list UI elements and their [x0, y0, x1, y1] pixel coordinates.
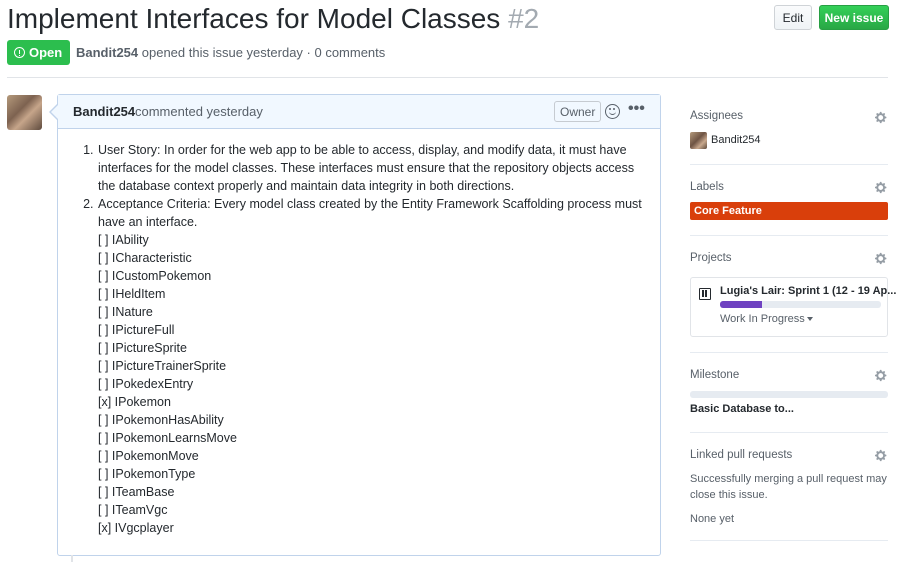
sidebar-divider: [690, 352, 888, 353]
sidebar-divider: [690, 540, 888, 541]
assignees-heading[interactable]: Assignees: [690, 110, 743, 122]
checklist-item: [ ] IHeldItem: [98, 287, 166, 301]
timeline-line: [71, 555, 73, 562]
sidebar-divider: [690, 432, 888, 433]
issue-meta: Bandit254 opened this issue yesterday · …: [76, 45, 385, 60]
issue-meta-text: opened this issue yesterday · 0 comments: [141, 45, 386, 60]
milestone-heading[interactable]: Milestone: [690, 369, 739, 381]
checklist-item: [ ] ICharacteristic: [98, 251, 192, 265]
checklist-item: [ ] IPokemonType: [98, 467, 196, 481]
linked-prs-description: Successfully merging a pull request may …: [690, 473, 887, 501]
checklist-item: [ ] IPokedexEntry: [98, 377, 194, 391]
issue-opened-icon: [14, 47, 25, 58]
linked-prs-value: None yet: [690, 513, 735, 525]
issue-comment: Bandit254 commented yesterday Owner ••• …: [57, 94, 661, 556]
gear-icon[interactable]: [875, 181, 888, 194]
checklist-item: [ ] IPictureFull: [98, 323, 175, 337]
list-item: User Story: In order for the web app to …: [97, 141, 650, 195]
gear-icon[interactable]: [875, 252, 888, 265]
author-avatar[interactable]: [7, 95, 42, 130]
project-column-label: Work In Progress: [720, 313, 805, 325]
project-card: Lugia's Lair: Sprint 1 (12 - 19 Ap... Wo…: [690, 277, 896, 337]
issue-number: #2: [508, 3, 540, 34]
checklist-item: [ ] INature: [98, 305, 153, 319]
sidebar-divider: [690, 235, 888, 236]
acceptance-criteria-text: Acceptance Criteria: Every model class c…: [98, 197, 642, 229]
header-divider: [7, 77, 888, 78]
linked-prs-heading[interactable]: Linked pull requests: [690, 449, 792, 461]
assignee-name[interactable]: Bandit254: [711, 134, 761, 146]
gear-icon[interactable]: [875, 111, 888, 124]
issue-author-link[interactable]: Bandit254: [76, 45, 138, 60]
comment-list: User Story: In order for the web app to …: [80, 141, 650, 537]
smiley-icon[interactable]: [605, 104, 620, 119]
label-core-feature[interactable]: Core Feature: [690, 202, 888, 220]
comment-header: Bandit254 commented yesterday Owner •••: [58, 95, 660, 129]
projects-heading[interactable]: Projects: [690, 252, 732, 264]
sidebar-divider: [690, 164, 888, 165]
caret-down-icon: [806, 317, 813, 322]
comment-author-link[interactable]: Bandit254: [73, 104, 135, 119]
checklist-item: [ ] IPokemonHasAbility: [98, 413, 224, 427]
comment-pointer-fill: [51, 105, 58, 119]
owner-badge: Owner: [554, 101, 602, 122]
gear-icon[interactable]: [875, 449, 888, 462]
issue-state-label: Open: [29, 45, 63, 60]
project-column-dropdown[interactable]: Work In Progress: [720, 313, 813, 325]
checklist-item: [ ] IPictureTrainerSprite: [98, 359, 227, 373]
checklist-item: [ ] ICustomPokemon: [98, 269, 212, 283]
project-progress-bar: [720, 301, 881, 308]
checklist-item: [x] IPokemon: [98, 395, 171, 409]
project-progress-fill: [720, 301, 762, 308]
user-story-text: User Story: In order for the web app to …: [98, 143, 635, 193]
checklist-item: [ ] IAbility: [98, 233, 149, 247]
issue-title-text: Implement Interfaces for Model Classes: [7, 3, 501, 34]
checklist-item: [ ] ITeamVgc: [98, 503, 168, 517]
comment-body: User Story: In order for the web app to …: [80, 141, 650, 537]
checklist-item: [x] IVgcplayer: [98, 521, 174, 535]
edit-button[interactable]: Edit: [774, 5, 812, 30]
list-item: Acceptance Criteria: Every model class c…: [97, 195, 650, 537]
checklist-item: [ ] IPokemonLearnsMove: [98, 431, 237, 445]
checklist-item: [ ] IPokemonMove: [98, 449, 199, 463]
milestone-title-link[interactable]: Basic Database to...: [690, 403, 794, 415]
assignees-section: Assignees Bandit254: [690, 94, 888, 154]
new-issue-button[interactable]: New issue: [819, 5, 889, 30]
project-name-link[interactable]: Lugia's Lair: Sprint 1 (12 - 19 Ap...: [720, 285, 896, 297]
issue-title: Implement Interfaces for Model Classes #…: [7, 0, 539, 38]
checklist-item: [ ] IPictureSprite: [98, 341, 187, 355]
project-icon: [699, 288, 711, 300]
comment-timestamp[interactable]: commented yesterday: [135, 104, 263, 119]
issue-state-badge: Open: [7, 40, 71, 65]
labels-heading[interactable]: Labels: [690, 181, 724, 193]
assignee-avatar[interactable]: [690, 132, 707, 149]
kebab-horizontal-icon[interactable]: •••: [628, 100, 645, 118]
milestone-progress-bar: [690, 391, 888, 398]
gear-icon[interactable]: [875, 369, 888, 382]
checklist-item: [ ] ITeamBase: [98, 485, 175, 499]
